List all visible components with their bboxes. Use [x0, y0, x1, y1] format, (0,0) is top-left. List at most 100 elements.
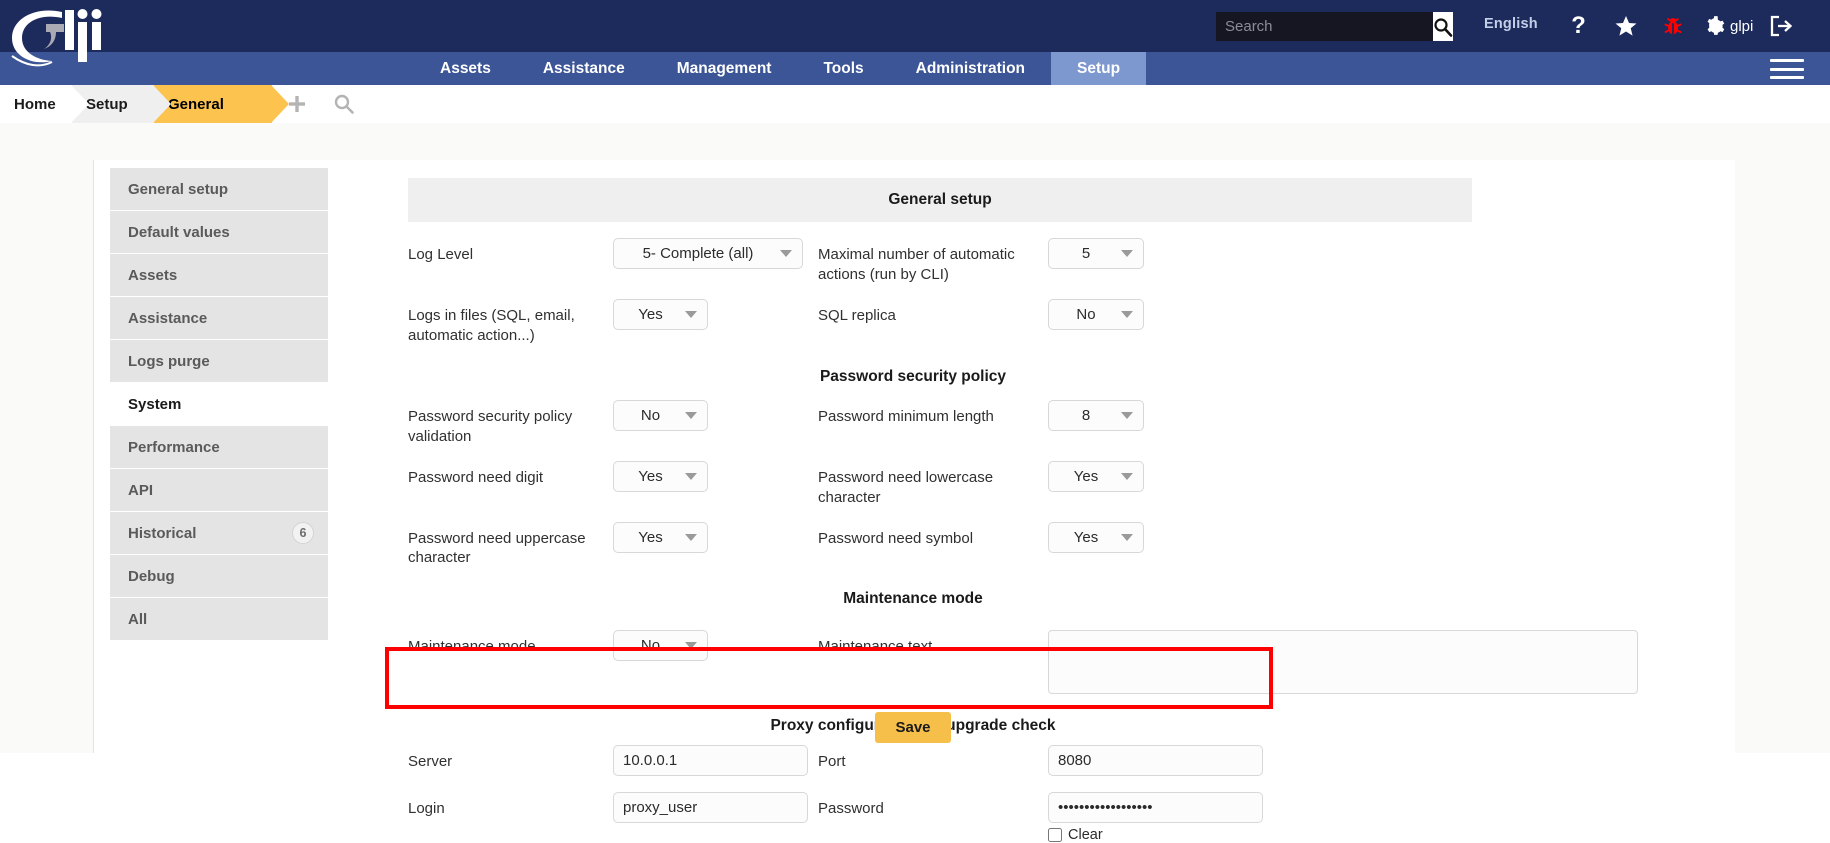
- proxy-port-label: Port: [818, 753, 846, 771]
- pw-symbol-label: Password need symbol: [818, 529, 974, 547]
- max-auto-actions-select[interactable]: 5: [1048, 238, 1144, 269]
- pw-symbol-select[interactable]: Yes: [1048, 521, 1144, 553]
- form-title: General setup: [408, 178, 1472, 222]
- sidebar-item-all[interactable]: All: [110, 598, 328, 640]
- section-maintenance-mode: Maintenance mode: [843, 590, 983, 608]
- favorite-star-icon[interactable]: [1602, 8, 1649, 44]
- language-selector[interactable]: English: [1484, 16, 1538, 32]
- log-level-select[interactable]: 5- Complete (all): [613, 238, 803, 269]
- sql-replica-label: SQL replica: [818, 306, 896, 324]
- magnifier-icon[interactable]: [322, 85, 366, 123]
- clear-password-checkbox[interactable]: [1048, 828, 1062, 843]
- sql-replica-select-wrap: No: [1048, 298, 1144, 330]
- sidebar-item-label: Default values: [128, 223, 230, 241]
- search-button[interactable]: [1433, 12, 1453, 41]
- main-navigation: Assets Assistance Management Tools Admin…: [0, 52, 1830, 85]
- proxy-password-input[interactable]: [1048, 792, 1263, 824]
- pw-symbol-select-wrap: Yes: [1048, 521, 1144, 553]
- nav-item-management[interactable]: Management: [651, 52, 798, 85]
- nav-item-tools[interactable]: Tools: [797, 52, 889, 85]
- sidebar-item-label: Historical: [128, 524, 197, 542]
- form-row-pw-policy: Password security policy validation No P…: [408, 399, 1648, 447]
- sidebar-item-label: Assistance: [128, 309, 208, 327]
- log-level-label: Log Level: [408, 246, 474, 263]
- proxy-login-input[interactable]: [613, 792, 808, 824]
- sidebar-item-default-values[interactable]: Default values: [110, 211, 328, 253]
- sidebar-item-general-setup[interactable]: General setup: [110, 168, 328, 210]
- pw-minlength-label: Password minimum length: [818, 407, 994, 425]
- logs-in-files-select[interactable]: Yes: [613, 298, 708, 330]
- sidebar-item-label: Logs purge: [128, 352, 210, 370]
- breadcrumb-item-home[interactable]: Home: [0, 85, 89, 123]
- proxy-server-input[interactable]: [613, 745, 808, 777]
- historical-count-badge: 6: [292, 522, 314, 544]
- maintenance-mode-label: Maintenance mode: [408, 638, 536, 656]
- nav-item-assets[interactable]: Assets: [414, 52, 517, 85]
- breadcrumb-setup-label: Setup: [86, 95, 128, 113]
- pw-digit-select-wrap: Yes: [613, 460, 708, 492]
- pw-lowercase-label: Password need lowercase character: [818, 468, 994, 506]
- sidebar-item-historical[interactable]: Historical 6: [110, 512, 328, 554]
- pw-minlength-select-wrap: 8: [1048, 399, 1144, 431]
- log-level-select-wrap: 5- Complete (all): [613, 238, 803, 269]
- clear-password-row: Clear: [1048, 827, 1648, 843]
- nav-item-setup[interactable]: Setup: [1051, 52, 1147, 85]
- proxy-server-label: Server: [408, 753, 453, 771]
- form-row-proxy-login: Login Password Clear: [408, 792, 1648, 843]
- help-icon[interactable]: ?: [1555, 8, 1602, 44]
- save-button[interactable]: Save: [875, 712, 951, 743]
- search-input[interactable]: [1216, 12, 1433, 41]
- sidebar-item-assistance[interactable]: Assistance: [110, 297, 328, 339]
- pw-digit-select[interactable]: Yes: [613, 460, 708, 492]
- maintenance-text-textarea[interactable]: [1048, 630, 1638, 695]
- sidebar-item-system[interactable]: System: [110, 383, 328, 425]
- sidebar-item-label: System: [128, 395, 182, 413]
- form-row-log-level: Log Level 5- Complete (all) Maximal numb…: [408, 238, 1648, 285]
- general-setup-form: General setup Log Level 5- Complete (all…: [408, 178, 1648, 843]
- maintenance-mode-select[interactable]: No: [613, 630, 708, 662]
- logs-in-files-label: Logs in files (SQL, email, automatic act…: [408, 306, 575, 344]
- breadcrumb-chevron: [153, 85, 171, 123]
- nav-item-administration[interactable]: Administration: [890, 52, 1051, 85]
- max-auto-actions-select-wrap: 5: [1048, 238, 1144, 269]
- sidebar-item-logs-purge[interactable]: Logs purge: [110, 340, 328, 382]
- save-button-container: Save: [408, 712, 1418, 743]
- breadcrumb-home-label: Home: [14, 95, 56, 113]
- hamburger-menu-icon[interactable]: [1770, 59, 1804, 79]
- pw-uppercase-select[interactable]: Yes: [613, 521, 708, 553]
- sidebar-item-assets[interactable]: Assets: [110, 254, 328, 296]
- clear-password-label[interactable]: Clear: [1068, 827, 1103, 843]
- pw-lowercase-select-wrap: Yes: [1048, 460, 1144, 492]
- logout-icon[interactable]: [1757, 8, 1804, 44]
- settings-gear-icon[interactable]: glpi: [1696, 8, 1757, 44]
- breadcrumb-item-general[interactable]: General: [154, 85, 289, 123]
- bug-report-icon[interactable]: [1649, 8, 1696, 44]
- sql-replica-select[interactable]: No: [1048, 298, 1144, 330]
- breadcrumb-chevron: [71, 85, 89, 123]
- pw-policy-select[interactable]: No: [613, 399, 708, 431]
- settings-sidebar: General setup Default values Assets Assi…: [110, 168, 328, 641]
- maintenance-mode-select-wrap: No: [613, 630, 708, 662]
- pw-digit-label: Password need digit: [408, 468, 544, 486]
- username-label[interactable]: glpi: [1730, 18, 1753, 35]
- header-icon-group: ? glpi: [1555, 8, 1804, 44]
- glpi-logo[interactable]: [6, 4, 136, 74]
- form-row-proxy-server: Server Port: [408, 745, 1648, 777]
- sidebar-item-api[interactable]: API: [110, 469, 328, 511]
- sidebar-item-performance[interactable]: Performance: [110, 426, 328, 468]
- logs-in-files-select-wrap: Yes: [613, 298, 708, 330]
- pw-policy-label: Password security policy validation: [408, 407, 573, 445]
- sidebar-item-label: All: [128, 610, 148, 628]
- sidebar-item-label: Performance: [128, 438, 220, 456]
- pw-uppercase-select-wrap: Yes: [613, 521, 708, 553]
- nav-item-assistance[interactable]: Assistance: [517, 52, 651, 85]
- pw-minlength-select[interactable]: 8: [1048, 399, 1144, 431]
- breadcrumb: Home Setup General: [0, 85, 1830, 123]
- proxy-port-input[interactable]: [1048, 745, 1263, 777]
- sidebar-item-label: General setup: [128, 180, 229, 198]
- sidebar-item-debug[interactable]: Debug: [110, 555, 328, 597]
- pw-lowercase-select[interactable]: Yes: [1048, 460, 1144, 492]
- sidebar-item-label: Assets: [128, 266, 178, 284]
- form-row-pw-uppercase: Password need uppercase character Yes Pa…: [408, 521, 1648, 569]
- breadcrumb-chevron: [271, 85, 289, 123]
